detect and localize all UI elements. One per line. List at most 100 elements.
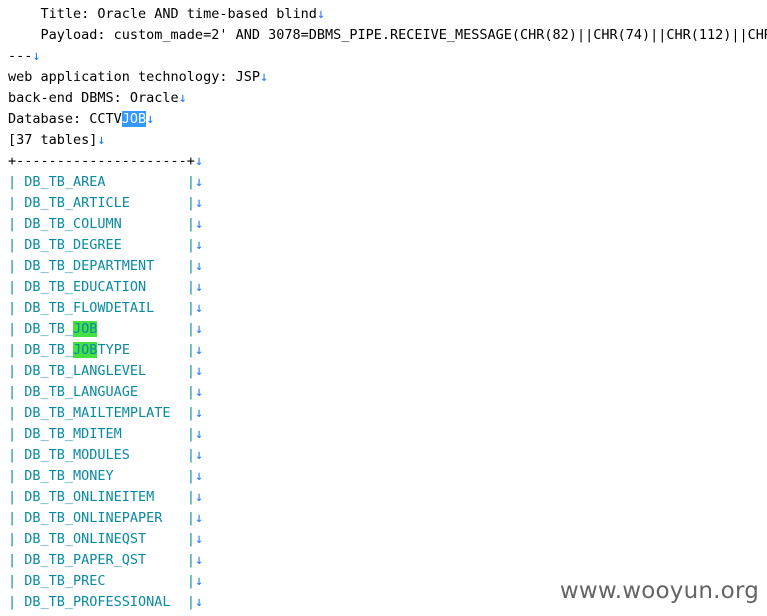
table-row-left-pipe: | xyxy=(8,510,25,526)
table-row-right-pipe: | xyxy=(154,489,195,505)
watermark: www.wooyun.org xyxy=(559,578,759,604)
table-row-left-pipe: | xyxy=(8,489,25,505)
table-row-left-pipe: | xyxy=(8,363,25,379)
table-row-left-pipe: | xyxy=(8,426,25,442)
table-name: DB_TB_PROFESSIONAL xyxy=(24,594,171,610)
eol-arrow-icon: ↓ xyxy=(146,111,155,127)
payload-text: Payload: custom_made=2' AND 3078=DBMS_PI… xyxy=(8,27,767,43)
table-row-right-pipe: | xyxy=(170,594,195,610)
database-text: Database: CCTV xyxy=(8,111,122,127)
table-row-right-pipe: | xyxy=(129,195,195,211)
table-row-right-pipe: | xyxy=(162,510,195,526)
table-name: DB_TB_MAILTEMPLATE xyxy=(24,405,171,421)
table-row-right-pipe: | xyxy=(121,216,195,232)
table-row: | DB_TB_ONLINEPAPER |↓ xyxy=(8,508,203,529)
table-name: DB_TB_ONLINEQST xyxy=(24,531,147,547)
text-editor-view[interactable]: Title: Oracle AND time-based blind↓ Payl… xyxy=(0,0,767,616)
table-row-left-pipe: | xyxy=(8,573,25,589)
line-title: Title: Oracle AND time-based blind↓ xyxy=(8,4,326,25)
table-row-left-pipe: | xyxy=(8,552,25,568)
table-name: DB_TB_ONLINEPAPER xyxy=(24,510,163,526)
table-row-right-pipe: | xyxy=(154,258,195,274)
table-row-right-pipe: | xyxy=(113,468,195,484)
table-row-right-pipe: | xyxy=(146,279,195,295)
table-row: | DB_TB_MDITEM |↓ xyxy=(8,424,203,445)
table-row-left-pipe: | xyxy=(8,258,25,274)
table-row: | DB_TB_ONLINEQST |↓ xyxy=(8,529,203,550)
table-row-right-pipe: | xyxy=(121,426,195,442)
web-tech-text: web application technology: JSP xyxy=(8,69,260,85)
eol-arrow-icon: ↓ xyxy=(194,426,204,442)
table-row-right-pipe: | xyxy=(146,552,195,568)
table-row: | DB_TB_ARTICLE |↓ xyxy=(8,193,203,214)
eol-arrow-icon: ↓ xyxy=(194,237,204,253)
table-name: DB_TB_PAPER_QST xyxy=(24,552,147,568)
eol-arrow-icon: ↓ xyxy=(194,489,204,505)
table-row: | DB_TB_MONEY |↓ xyxy=(8,466,203,487)
eol-arrow-icon: ↓ xyxy=(194,573,204,589)
table-name: DB_TB_FLOWDETAIL xyxy=(24,300,155,316)
table-name: DB_TB_MODULES xyxy=(24,447,130,463)
eol-arrow-icon: ↓ xyxy=(194,321,204,337)
table-name: DB_TB_JOBTYPE xyxy=(24,342,130,358)
eol-arrow-icon: ↓ xyxy=(194,300,204,316)
table-name: DB_TB_LANGUAGE xyxy=(24,384,139,400)
table-row: | DB_TB_EDUCATION |↓ xyxy=(8,277,203,298)
table-row-left-pipe: | xyxy=(8,216,25,232)
eol-arrow-icon: ↓ xyxy=(316,6,325,22)
table-row: | DB_TB_MODULES |↓ xyxy=(8,445,203,466)
table-row: | DB_TB_LANGLEVEL |↓ xyxy=(8,361,203,382)
table-row-right-pipe: | xyxy=(105,174,195,190)
table-row: | DB_TB_ONLINEITEM |↓ xyxy=(8,487,203,508)
table-row-right-pipe: | xyxy=(129,342,195,358)
table-row-left-pipe: | xyxy=(8,279,25,295)
table-name: DB_TB_EDUCATION xyxy=(24,279,147,295)
table-row-left-pipe: | xyxy=(8,594,25,610)
eol-arrow-icon: ↓ xyxy=(259,69,269,85)
table-name: DB_TB_MDITEM xyxy=(24,426,122,442)
table-row-left-pipe: | xyxy=(8,531,25,547)
table-row-right-pipe: | xyxy=(146,531,195,547)
table-row-left-pipe: | xyxy=(8,174,25,190)
table-row: | DB_TB_AREA |↓ xyxy=(8,172,203,193)
eol-arrow-icon: ↓ xyxy=(194,594,204,610)
table-row-right-pipe: | xyxy=(129,447,195,463)
selected-text[interactable]: JOB xyxy=(121,111,147,127)
table-row: | DB_TB_JOBTYPE |↓ xyxy=(8,340,203,361)
eol-arrow-icon: ↓ xyxy=(97,132,106,148)
eol-arrow-icon: ↓ xyxy=(194,279,204,295)
table-name: DB_TB_COLUMN xyxy=(24,216,122,232)
table-row-left-pipe: | xyxy=(8,300,25,316)
line-database: Database: CCTVJOB↓ xyxy=(8,109,154,130)
table-name: DB_TB_DEGREE xyxy=(24,237,122,253)
table-row-left-pipe: | xyxy=(8,321,25,337)
table-row: | DB_TB_DEPARTMENT |↓ xyxy=(8,256,203,277)
table-row: | DB_TB_PROFESSIONAL |↓ xyxy=(8,592,203,613)
eol-arrow-icon: ↓ xyxy=(194,468,204,484)
eol-arrow-icon: ↓ xyxy=(194,174,204,190)
table-name: DB_TB_PREC xyxy=(24,573,106,589)
eol-arrow-icon: ↓ xyxy=(194,447,204,463)
line-payload: Payload: custom_made=2' AND 3078=DBMS_PI… xyxy=(8,25,767,46)
title-text: Title: Oracle AND time-based blind xyxy=(8,6,317,22)
eol-arrow-icon: ↓ xyxy=(194,342,204,358)
table-name: DB_TB_ARTICLE xyxy=(24,195,130,211)
eol-arrow-icon: ↓ xyxy=(194,531,204,547)
line-web-technology: web application technology: JSP↓ xyxy=(8,67,268,88)
table-row: | DB_TB_FLOWDETAIL |↓ xyxy=(8,298,203,319)
table-row-right-pipe: | xyxy=(105,573,195,589)
line-dbms: back-end DBMS: Oracle↓ xyxy=(8,88,187,109)
table-name: DB_TB_MONEY xyxy=(24,468,114,484)
search-highlight: JOB xyxy=(73,342,98,358)
table-name: DB_TB_ONLINEITEM xyxy=(24,489,155,505)
table-row-right-pipe: | xyxy=(97,321,195,337)
eol-arrow-icon: ↓ xyxy=(32,48,41,64)
eol-arrow-icon: ↓ xyxy=(194,195,204,211)
search-highlight: JOB xyxy=(73,321,98,337)
table-row-left-pipe: | xyxy=(8,405,25,421)
table-row-left-pipe: | xyxy=(8,384,25,400)
eol-arrow-icon: ↓ xyxy=(194,510,204,526)
eol-arrow-icon: ↓ xyxy=(178,90,187,106)
line-table-border: +---------------------+↓ xyxy=(8,151,203,172)
eol-arrow-icon: ↓ xyxy=(194,363,204,379)
